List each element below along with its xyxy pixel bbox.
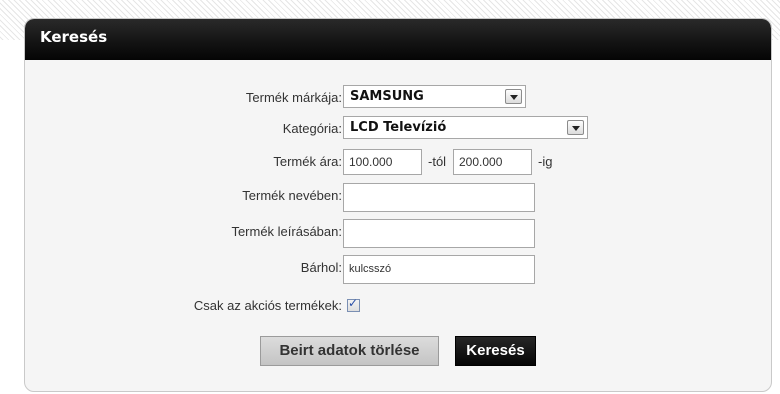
sale-only-checkbox[interactable]: ✓ [347, 296, 360, 312]
sale-only-row: Csak az akciós termékek: ✓ [25, 293, 771, 319]
price-to-input[interactable]: 200.000 [453, 149, 532, 175]
brand-label: Termék márkája: [245, 90, 342, 105]
price-from-input[interactable]: 100.000 [343, 149, 422, 175]
price-to-suffix: -ig [538, 154, 553, 169]
category-select-value: LCD Televízió [350, 120, 447, 135]
description-input[interactable] [343, 219, 535, 248]
search-button[interactable]: Keresés [455, 336, 536, 366]
name-label: Termék nevében: [242, 188, 342, 203]
clear-button[interactable]: Beirt adatok törlése [260, 336, 439, 366]
description-row: Termék leírásában: [25, 219, 771, 248]
name-input[interactable] [343, 183, 535, 212]
anywhere-label: Bárhol: [300, 260, 342, 275]
chevron-down-icon[interactable] [505, 89, 522, 104]
price-row: Termék ára: 100.000 -tól 200.000 -ig [25, 149, 771, 175]
panel-title: Keresés [40, 28, 108, 46]
brand-select-value: SAMSUNG [350, 89, 424, 104]
name-row: Termék nevében: [25, 183, 771, 212]
chevron-down-icon[interactable] [567, 120, 584, 135]
anywhere-row: Bárhol: kulcsszó [25, 255, 771, 284]
category-label: Kategória: [282, 121, 342, 136]
price-label: Termék ára: [273, 154, 342, 169]
brand-row: Termék márkája: SAMSUNG [25, 85, 771, 111]
check-icon: ✓ [348, 296, 359, 310]
panel-header: Keresés [25, 19, 771, 60]
search-panel: Keresés Termék márkája: SAMSUNG Kategóri… [24, 18, 772, 392]
anywhere-input[interactable]: kulcsszó [343, 255, 535, 284]
brand-select[interactable]: SAMSUNG [343, 85, 526, 108]
category-row: Kategória: LCD Televízió [25, 116, 771, 142]
price-from-suffix: -tól [428, 154, 447, 169]
description-label: Termék leírásában: [231, 224, 342, 239]
sale-only-label: Csak az akciós termékek: [193, 298, 342, 313]
category-select[interactable]: LCD Televízió [343, 116, 588, 139]
